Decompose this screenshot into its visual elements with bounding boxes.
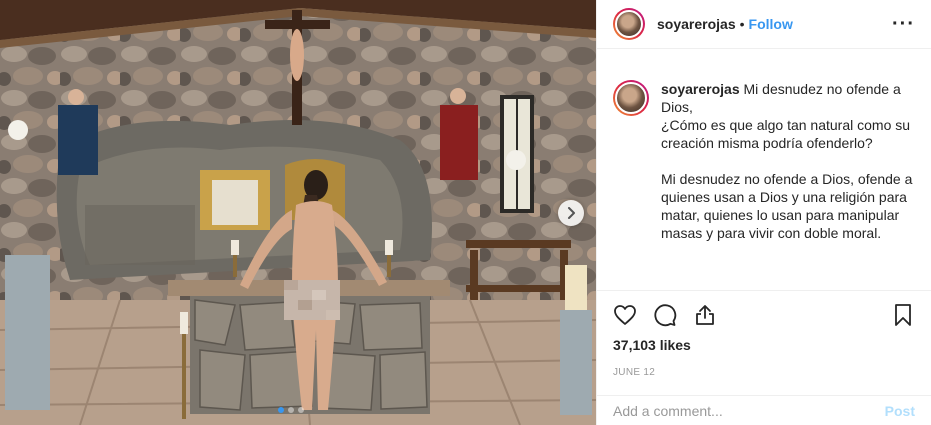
carousel-dot (298, 407, 304, 413)
likes-count[interactable]: 37,103 likes (597, 337, 931, 353)
bookmark-icon (895, 304, 911, 326)
carousel-dot (278, 407, 284, 413)
post-side-panel: soyarerojas • Follow ··· soyarerojas Mi … (596, 0, 931, 425)
carousel-dot (288, 407, 294, 413)
comment-bar: Post (597, 395, 931, 425)
caption-text: soyarerojas Mi desnudez no ofende a Dios… (661, 80, 915, 242)
share-button[interactable] (693, 303, 717, 327)
heart-icon (614, 305, 636, 325)
avatar-image (615, 10, 643, 38)
avatar[interactable] (613, 8, 645, 40)
post-media[interactable] (0, 0, 596, 425)
follow-button[interactable]: Follow (749, 16, 793, 32)
post-caption: soyarerojas Mi desnudez no ofende a Dios… (613, 80, 915, 242)
share-icon (696, 305, 714, 325)
comment-bubble-icon (654, 304, 677, 327)
avatar-image (615, 82, 647, 114)
caption-paragraph-1: soyarerojas Mi desnudez no ofende a Dios… (661, 80, 915, 152)
post-actions-area: 37,103 likes JUNE 12 (597, 290, 931, 378)
more-options-icon[interactable]: ··· (892, 14, 915, 34)
comment-button[interactable] (653, 303, 677, 327)
save-button[interactable] (891, 303, 915, 327)
post-date[interactable]: JUNE 12 (597, 367, 931, 378)
header-separator: • (739, 16, 745, 32)
caption-username[interactable]: soyarerojas (661, 81, 740, 97)
like-button[interactable] (613, 303, 637, 327)
post-photo (0, 0, 596, 425)
carousel-next-button[interactable] (558, 200, 584, 226)
carousel-indicator (278, 407, 304, 413)
caption-paragraph-2: Mi desnudez no ofende a Dios, ofende a q… (661, 171, 913, 241)
action-bar (597, 291, 931, 339)
comment-input[interactable] (613, 402, 885, 419)
header-username[interactable]: soyarerojas (657, 16, 736, 32)
chevron-right-icon (568, 207, 575, 219)
post-header: soyarerojas • Follow ··· (597, 0, 931, 49)
caption-avatar[interactable] (613, 80, 649, 116)
post-comment-button[interactable]: Post (885, 403, 915, 419)
